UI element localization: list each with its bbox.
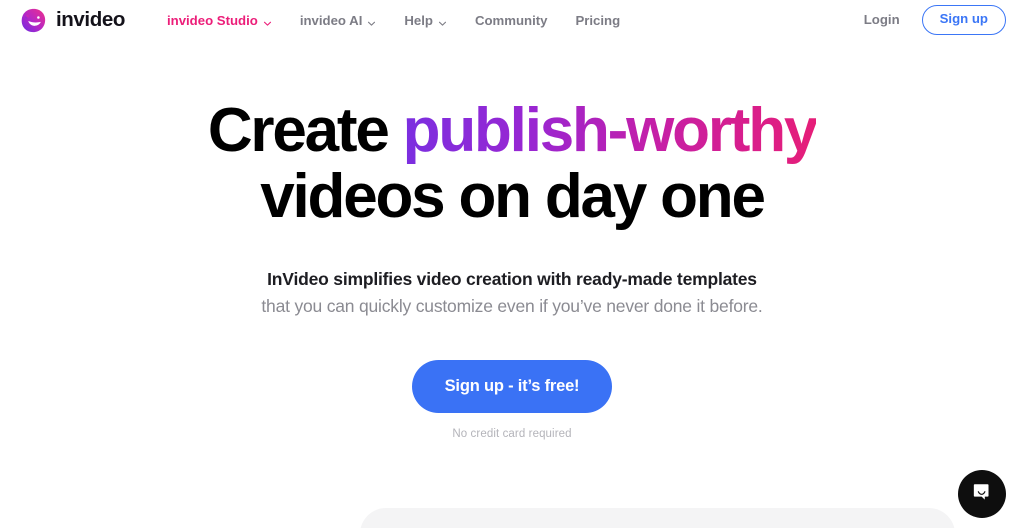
signup-free-button[interactable]: Sign up - it’s free! <box>411 359 613 413</box>
invideo-logo-icon <box>20 7 47 34</box>
chat-launcher-button[interactable] <box>958 470 1006 518</box>
headline-line-2: videos on day one <box>260 162 766 232</box>
page-title: Create publish-worthy videos on day one <box>0 96 1024 232</box>
nav-item-pricing[interactable]: Pricing <box>561 7 634 34</box>
below-fold-panel <box>360 508 955 528</box>
chevron-down-icon <box>263 16 272 26</box>
nav-item-label: Pricing <box>575 12 621 28</box>
nav-item-label: invideo AI <box>299 12 363 28</box>
subtitle-primary: InVideo simplifies video creation with r… <box>267 268 757 289</box>
subtitle-secondary: that you can quickly customize even if y… <box>261 295 763 316</box>
chevron-down-icon <box>367 16 376 26</box>
nav-item-label: Community <box>474 12 548 28</box>
hero-section: Create publish-worthy videos on day one … <box>0 40 1024 440</box>
hero-subtitle: InVideo simplifies video creation with r… <box>0 269 1024 317</box>
headline-line-1: Create publish-worthy <box>207 96 819 165</box>
nav-actions: Login Sign up <box>864 5 1006 35</box>
nav-item-community[interactable]: Community <box>461 7 562 34</box>
nav-item-invideo-ai[interactable]: invideo AI <box>286 7 391 34</box>
nav-item-label: Help <box>404 12 433 28</box>
signup-button[interactable]: Sign up <box>921 5 1006 35</box>
headline-plain-text: Create <box>207 96 403 165</box>
headline-gradient-text: publish-worthy <box>402 96 819 165</box>
top-navigation-bar: invideo invideo Studio invideo AI Help C… <box>0 0 1024 40</box>
login-link[interactable]: Login <box>864 12 900 27</box>
brand-name: invideo <box>56 8 125 31</box>
nav-links: invideo Studio invideo AI Help Community… <box>153 7 634 34</box>
chat-bubble-smile-icon <box>971 481 993 508</box>
nav-item-help[interactable]: Help <box>390 7 461 34</box>
nav-item-label: invideo Studio <box>166 12 258 28</box>
nav-item-invideo-studio[interactable]: invideo Studio <box>153 7 286 34</box>
hero-cta: Sign up - it’s free! No credit card requ… <box>0 359 1024 440</box>
brand-logo[interactable]: invideo <box>20 7 125 34</box>
chevron-down-icon <box>438 16 447 26</box>
cta-note: No credit card required <box>452 427 572 440</box>
